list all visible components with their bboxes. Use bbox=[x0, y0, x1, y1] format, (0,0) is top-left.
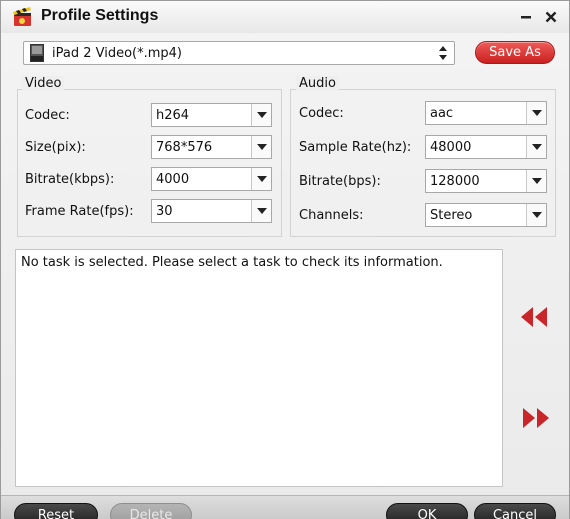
audio-channels-select[interactable]: Stereo bbox=[425, 203, 547, 227]
collapse-panel-button[interactable] bbox=[519, 303, 549, 331]
audio-bitrate-value: 128000 bbox=[430, 173, 480, 189]
dropdown-arrow-icon bbox=[251, 200, 271, 222]
task-info-message: No task is selected. Please select a tas… bbox=[21, 255, 443, 270]
profile-settings-window: Profile Settings iPad 2 Video(*.mp4) Sav… bbox=[0, 0, 570, 519]
dropdown-arrow-icon bbox=[526, 102, 546, 124]
reset-button[interactable]: Reset bbox=[14, 503, 98, 519]
audio-codec-label: Codec: bbox=[299, 106, 344, 121]
mp4-file-icon bbox=[30, 44, 44, 62]
audio-codec-value: aac bbox=[430, 105, 454, 121]
dropdown-arrow-icon bbox=[526, 204, 546, 226]
title-bar: Profile Settings bbox=[1, 1, 569, 33]
cancel-button[interactable]: Cancel bbox=[474, 503, 556, 519]
video-framerate-select[interactable]: 30 bbox=[151, 199, 272, 223]
audio-codec-select[interactable]: aac bbox=[425, 101, 547, 125]
audio-bitrate-label: Bitrate(bps): bbox=[299, 174, 381, 189]
updown-arrows-icon bbox=[439, 46, 447, 60]
close-button[interactable] bbox=[542, 8, 560, 26]
audio-channels-value: Stereo bbox=[430, 207, 473, 223]
video-codec-value: h264 bbox=[156, 107, 190, 123]
double-left-arrow-icon bbox=[521, 307, 547, 327]
dropdown-arrow-icon bbox=[251, 168, 271, 190]
delete-button[interactable]: Delete bbox=[110, 503, 192, 519]
video-bitrate-value: 4000 bbox=[156, 171, 190, 187]
close-icon bbox=[545, 11, 557, 23]
audio-channels-label: Channels: bbox=[299, 208, 364, 223]
audio-samplerate-select[interactable]: 48000 bbox=[425, 135, 547, 159]
video-codec-select[interactable]: h264 bbox=[151, 103, 272, 127]
profile-value: iPad 2 Video(*.mp4) bbox=[52, 45, 183, 61]
video-framerate-value: 30 bbox=[156, 203, 173, 219]
dropdown-arrow-icon bbox=[251, 136, 271, 158]
expand-panel-button[interactable] bbox=[521, 404, 551, 432]
save-as-button[interactable]: Save As bbox=[475, 41, 555, 64]
audio-bitrate-select[interactable]: 128000 bbox=[425, 169, 547, 193]
video-bitrate-select[interactable]: 4000 bbox=[151, 167, 272, 191]
dropdown-arrow-icon bbox=[526, 136, 546, 158]
video-bitrate-label: Bitrate(kbps): bbox=[25, 172, 115, 187]
video-group-title: Video bbox=[22, 76, 65, 91]
film-clapper-icon bbox=[13, 7, 31, 26]
video-size-label: Size(pix): bbox=[25, 140, 86, 155]
profile-select[interactable]: iPad 2 Video(*.mp4) bbox=[23, 41, 455, 65]
video-size-select[interactable]: 768*576 bbox=[151, 135, 272, 159]
audio-group-title: Audio bbox=[296, 76, 339, 91]
minimize-icon bbox=[521, 16, 531, 19]
dropdown-arrow-icon bbox=[251, 104, 271, 126]
video-size-value: 768*576 bbox=[156, 139, 213, 155]
audio-samplerate-value: 48000 bbox=[430, 139, 472, 155]
ok-button[interactable]: OK bbox=[386, 503, 468, 519]
task-info-panel: No task is selected. Please select a tas… bbox=[15, 249, 503, 487]
video-framerate-label: Frame Rate(fps): bbox=[25, 204, 134, 219]
audio-samplerate-label: Sample Rate(hz): bbox=[299, 140, 412, 155]
double-right-arrow-icon bbox=[523, 408, 549, 428]
dropdown-arrow-icon bbox=[526, 170, 546, 192]
minimize-button[interactable] bbox=[517, 8, 535, 26]
video-codec-label: Codec: bbox=[25, 108, 70, 123]
window-title: Profile Settings bbox=[41, 7, 159, 24]
